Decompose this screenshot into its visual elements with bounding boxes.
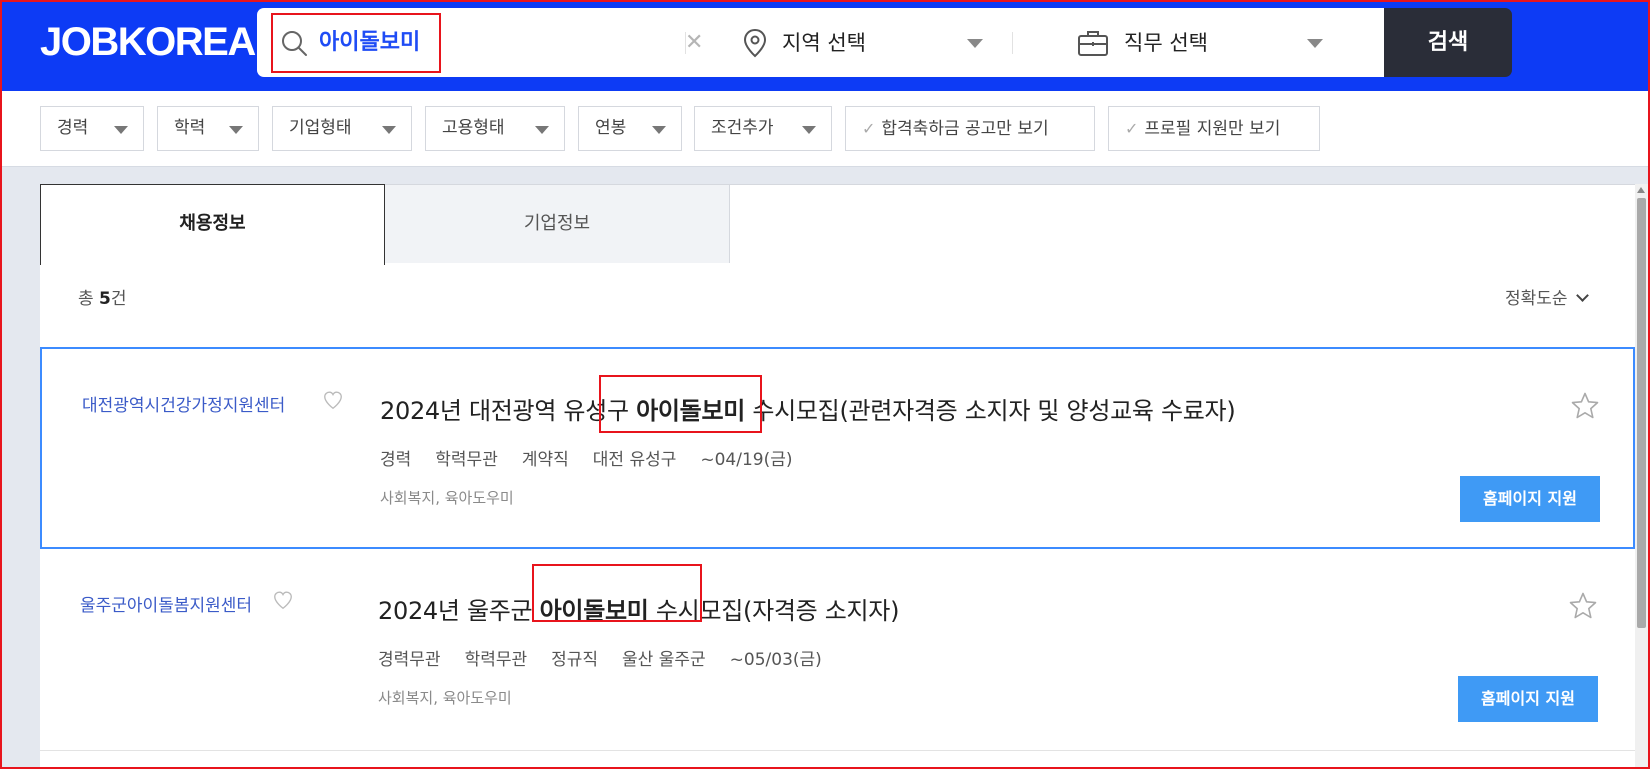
company-name[interactable]: 대전광역시건강가정지원센터 (82, 391, 285, 416)
triangle-down-icon (382, 126, 396, 134)
briefcase-icon (1078, 31, 1108, 56)
chevron-down-icon[interactable] (967, 39, 983, 48)
filter-education[interactable]: 학력 (157, 106, 259, 151)
jobkorea-logo[interactable]: JOBKOREA (40, 20, 256, 64)
triangle-down-icon (114, 126, 128, 134)
filter-career[interactable]: 경력 (40, 106, 144, 151)
star-icon[interactable] (1568, 591, 1598, 621)
divider (1012, 32, 1013, 54)
result-count-suffix: 건 (110, 289, 127, 309)
job-location: 대전 유성구 (592, 450, 677, 470)
scroll-up-arrow-icon[interactable] (1637, 187, 1645, 193)
job-title-text: 2024년 대전광역 유성구 (380, 397, 637, 425)
job-title-text: 수시모집(관련자격증 소지자 및 양성교육 수료자) (745, 397, 1236, 425)
job-employment: 계약직 (521, 450, 569, 470)
result-count-number: 5 (99, 289, 111, 309)
header: JOBKOREA 아이돌보미 ✕ 지역 선택 직무 선택 검색 (0, 0, 1650, 91)
result-count-prefix: 총 (78, 289, 94, 309)
company-name[interactable]: 울주군아이돌봄지원센터 (80, 591, 252, 616)
heart-icon[interactable] (322, 389, 344, 411)
clear-icon[interactable]: ✕ (685, 32, 703, 54)
keyword-highlight-box (599, 375, 762, 433)
filter-label: 고용형태 (442, 118, 505, 138)
job-deadline: ~05/03(금) (729, 650, 822, 670)
filter-company-type[interactable]: 기업형태 (272, 106, 412, 151)
check-icon: ✓ (862, 119, 876, 138)
job-select[interactable]: 직무 선택 (1124, 28, 1208, 58)
keyword-highlight-box (532, 564, 702, 622)
filter-add-condition[interactable]: 조건추가 (694, 106, 832, 151)
filter-label: 조건추가 (711, 118, 774, 138)
job-meta: 경력 학력무관 계약직 대전 유성구 ~04/19(금) (380, 445, 817, 470)
sort-label: 정확도순 (1505, 289, 1568, 309)
star-icon[interactable] (1570, 391, 1600, 421)
location-pin-icon (743, 28, 767, 58)
apply-button[interactable]: 홈페이지 지원 (1458, 676, 1598, 722)
triangle-down-icon (229, 126, 243, 134)
filter-label: 프로필 지원만 보기 (1144, 119, 1281, 139)
filter-employment-type[interactable]: 고용형태 (425, 106, 565, 151)
tab-bar-filler (730, 184, 1635, 263)
job-education: 학력무관 (464, 650, 528, 670)
triangle-down-icon (652, 126, 666, 134)
scrollbar-thumb[interactable] (1637, 198, 1646, 628)
result-count: 총 5건 (78, 284, 127, 309)
search-bar: 아이돌보미 ✕ 지역 선택 직무 선택 (257, 8, 1384, 77)
chevron-down-icon[interactable] (1307, 39, 1323, 48)
heart-icon[interactable] (272, 589, 294, 611)
triangle-down-icon (802, 126, 816, 134)
filter-profile-only[interactable]: ✓ 프로필 지원만 보기 (1108, 106, 1320, 151)
job-employment: 정규직 (551, 650, 599, 670)
job-listing[interactable]: 대전광역시건강가정지원센터 2024년 대전광역 유성구 아이돌보미 수시모집(… (40, 347, 1635, 549)
job-education: 학력무관 (435, 450, 498, 470)
job-deadline: ~04/19(금) (700, 450, 793, 470)
tab-companies[interactable]: 기업정보 (385, 184, 730, 263)
filter-salary[interactable]: 연봉 (578, 106, 682, 151)
triangle-down-icon (535, 126, 549, 134)
tab-jobs[interactable]: 채용정보 (40, 184, 385, 265)
apply-button[interactable]: 홈페이지 지원 (1460, 476, 1600, 522)
check-icon: ✓ (1125, 119, 1139, 138)
filter-bonus-only[interactable]: ✓ 합격축하금 공고만 보기 (845, 106, 1095, 151)
job-tags: 사회복지, 육아도우미 (378, 689, 512, 707)
sort-dropdown[interactable]: 정확도순 (1505, 284, 1589, 309)
filter-label: 기업형태 (289, 118, 352, 138)
divider (685, 32, 686, 54)
search-button[interactable]: 검색 (1384, 8, 1512, 77)
job-title-text: 2024년 울주군 (378, 597, 540, 625)
tab-bar: 채용정보 기업정보 (40, 184, 1635, 265)
job-title[interactable]: 2024년 대전광역 유성구 아이돌보미 수시모집(관련자격증 소지자 및 양성… (380, 391, 1236, 426)
results-panel: 채용정보 기업정보 총 5건 정확도순 대전광역시건강가정지원센터 2024년 … (40, 184, 1635, 769)
chevron-down-icon (1575, 289, 1589, 302)
filter-bar: 경력 학력 기업형태 고용형태 연봉 조건추가 ✓ 합격축하금 공고만 보기 ✓ 프… (0, 91, 1650, 167)
filter-label: 경력 (57, 118, 89, 138)
job-listing[interactable]: 울주군아이돌봄지원센터 2024년 울주군 아이돌보미 수시모집(자격증 소지자… (40, 549, 1635, 751)
job-location: 울산 울주군 (622, 650, 706, 670)
job-meta: 경력무관 학력무관 정규직 울산 울주군 ~05/03(금) (378, 645, 846, 670)
filter-label: 연봉 (595, 118, 627, 138)
filter-label: 학력 (174, 118, 206, 138)
job-tags: 사회복지, 육아도우미 (380, 489, 514, 507)
filter-label: 합격축하금 공고만 보기 (881, 119, 1049, 139)
keyword-highlight-box (271, 13, 441, 73)
job-career: 경력무관 (378, 650, 441, 670)
region-select[interactable]: 지역 선택 (782, 28, 866, 58)
job-career: 경력 (380, 450, 412, 470)
